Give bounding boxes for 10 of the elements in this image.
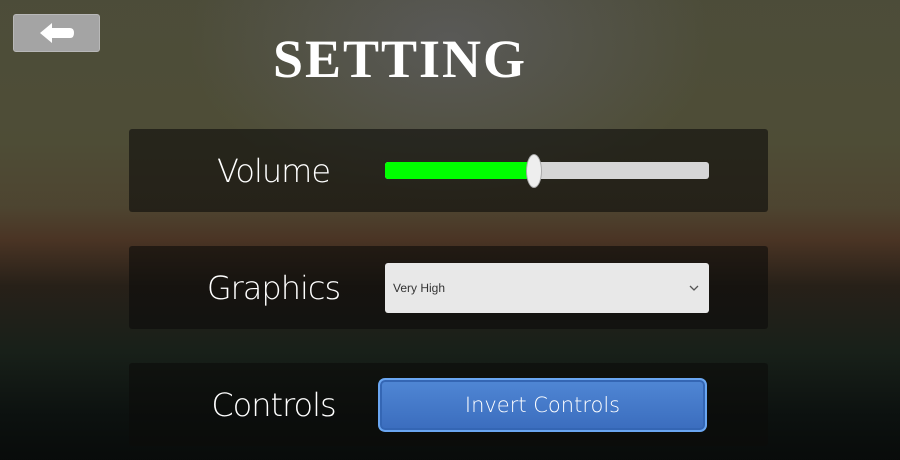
setting-label: Graphics xyxy=(206,268,340,306)
invert-controls-button[interactable]: Invert Controls xyxy=(378,378,707,432)
setting-label: Volume xyxy=(216,152,330,190)
back-arrow-icon xyxy=(38,22,74,44)
setting-label: Controls xyxy=(211,386,336,424)
page-title: SETTING xyxy=(272,32,528,86)
chevron-down-icon xyxy=(689,284,699,290)
dropdown-value: Very High xyxy=(393,280,446,294)
slider-handle[interactable] xyxy=(526,154,542,188)
graphics-dropdown[interactable]: Very High xyxy=(385,262,709,312)
